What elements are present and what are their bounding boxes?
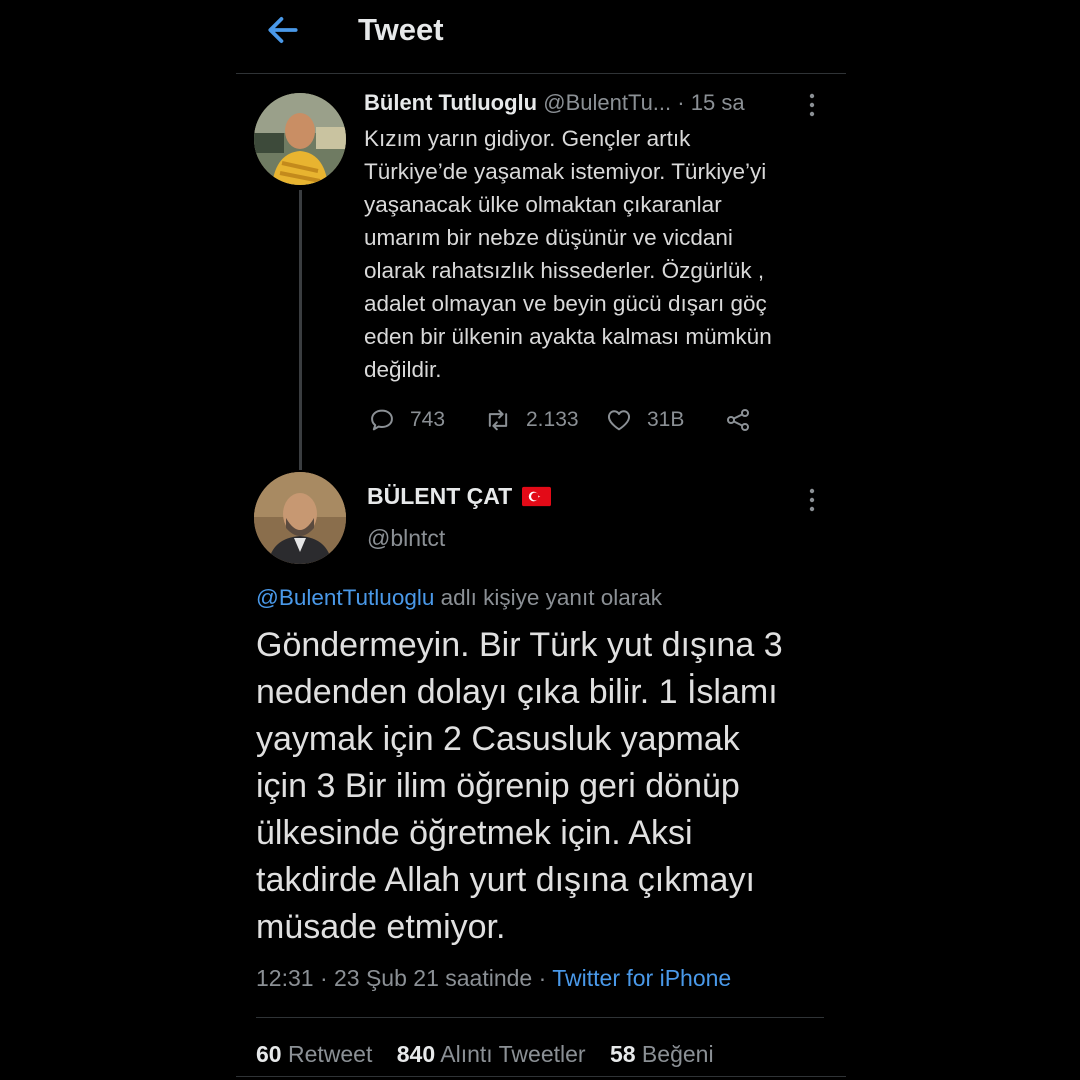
- retweet-stat-count: 60: [256, 1041, 282, 1067]
- share-button[interactable]: [724, 400, 752, 440]
- like-button[interactable]: 31B: [605, 400, 684, 440]
- divider-bottom: [236, 1076, 846, 1077]
- replying-to-link[interactable]: @BulentTutluoglu: [256, 585, 434, 610]
- reply-tweet-text: Göndermeyin. Bir Türk yut dışına 3 neden…: [256, 626, 783, 946]
- reply-author-name[interactable]: BÜLENT ÇAT: [367, 483, 552, 510]
- retweet-count: 2.133: [526, 408, 579, 431]
- vertical-dots-icon[interactable]: [806, 92, 818, 118]
- author-name[interactable]: Bülent Tutluoglu: [364, 90, 537, 115]
- tweet-stats: 60 Retweet 840 Alıntı Tweetler 58 Beğeni: [256, 1041, 732, 1068]
- reply-count: 743: [410, 408, 446, 431]
- share-icon: [726, 408, 750, 432]
- quote-stat-label: Alıntı Tweetler: [435, 1041, 586, 1067]
- replying-to-suffix: adlı kişiye yanıt olarak: [434, 585, 662, 610]
- turkey-flag-icon: [522, 486, 552, 507]
- tweet-actions: 743 2.133 31B: [364, 400, 834, 440]
- author-handle[interactable]: @BulentTu...: [543, 90, 671, 115]
- retweet-stat-label: Retweet: [281, 1041, 373, 1067]
- thread-connector: [299, 190, 302, 470]
- avatar-parent-author[interactable]: [254, 93, 346, 185]
- retweet-button[interactable]: 2.133: [484, 400, 579, 440]
- like-stat-count: 58: [609, 1041, 636, 1067]
- replying-to-label: @BulentTutluoglu adlı kişiye yanıt olara…: [256, 585, 662, 611]
- like-stat-label: Beğeni: [635, 1041, 714, 1067]
- speech-bubble-icon: [371, 409, 393, 431]
- tweet-time[interactable]: 15 sa: [691, 90, 745, 115]
- reply-author-name-text: BÜLENT ÇAT: [367, 483, 513, 509]
- arrow-left-icon[interactable]: [264, 11, 302, 49]
- parent-tweet-text: Kızım yarın gidiyor. Gençler artık Türki…: [364, 126, 772, 382]
- parent-tweet-header: Bülent Tutluoglu @BulentTu... · 15 sa: [364, 90, 824, 116]
- separator-dot: ·: [677, 90, 685, 115]
- divider: [256, 1017, 824, 1018]
- tweet-source-link[interactable]: Twitter for iPhone: [552, 965, 731, 991]
- like-stat[interactable]: 58 Beğeni: [610, 1041, 714, 1067]
- reply-author-handle[interactable]: @blntct: [367, 525, 445, 552]
- like-count: 31B: [647, 408, 685, 431]
- heart-icon: [607, 410, 631, 431]
- tweet-timestamp[interactable]: 12:31 · 23 Şub 21 saatinde ·: [256, 965, 552, 991]
- tweet-meta: 12:31 · 23 Şub 21 saatinde · Twitter for…: [256, 965, 731, 992]
- retweet-stat[interactable]: 60 Retweet: [256, 1041, 372, 1067]
- tweet-detail-view: Tweet Bülent Tutluoglu @BulentTu... · 15…: [236, 0, 846, 1080]
- reply-button[interactable]: 743: [368, 400, 445, 440]
- vertical-dots-icon[interactable]: [806, 487, 818, 513]
- retweet-icon: [488, 409, 508, 431]
- avatar-reply-author[interactable]: [254, 472, 346, 564]
- page-title: Tweet: [358, 12, 444, 47]
- top-bar: Tweet: [236, 0, 846, 74]
- quote-stat-count: 840: [396, 1041, 436, 1067]
- quote-stat[interactable]: 840 Alıntı Tweetler: [397, 1041, 586, 1067]
